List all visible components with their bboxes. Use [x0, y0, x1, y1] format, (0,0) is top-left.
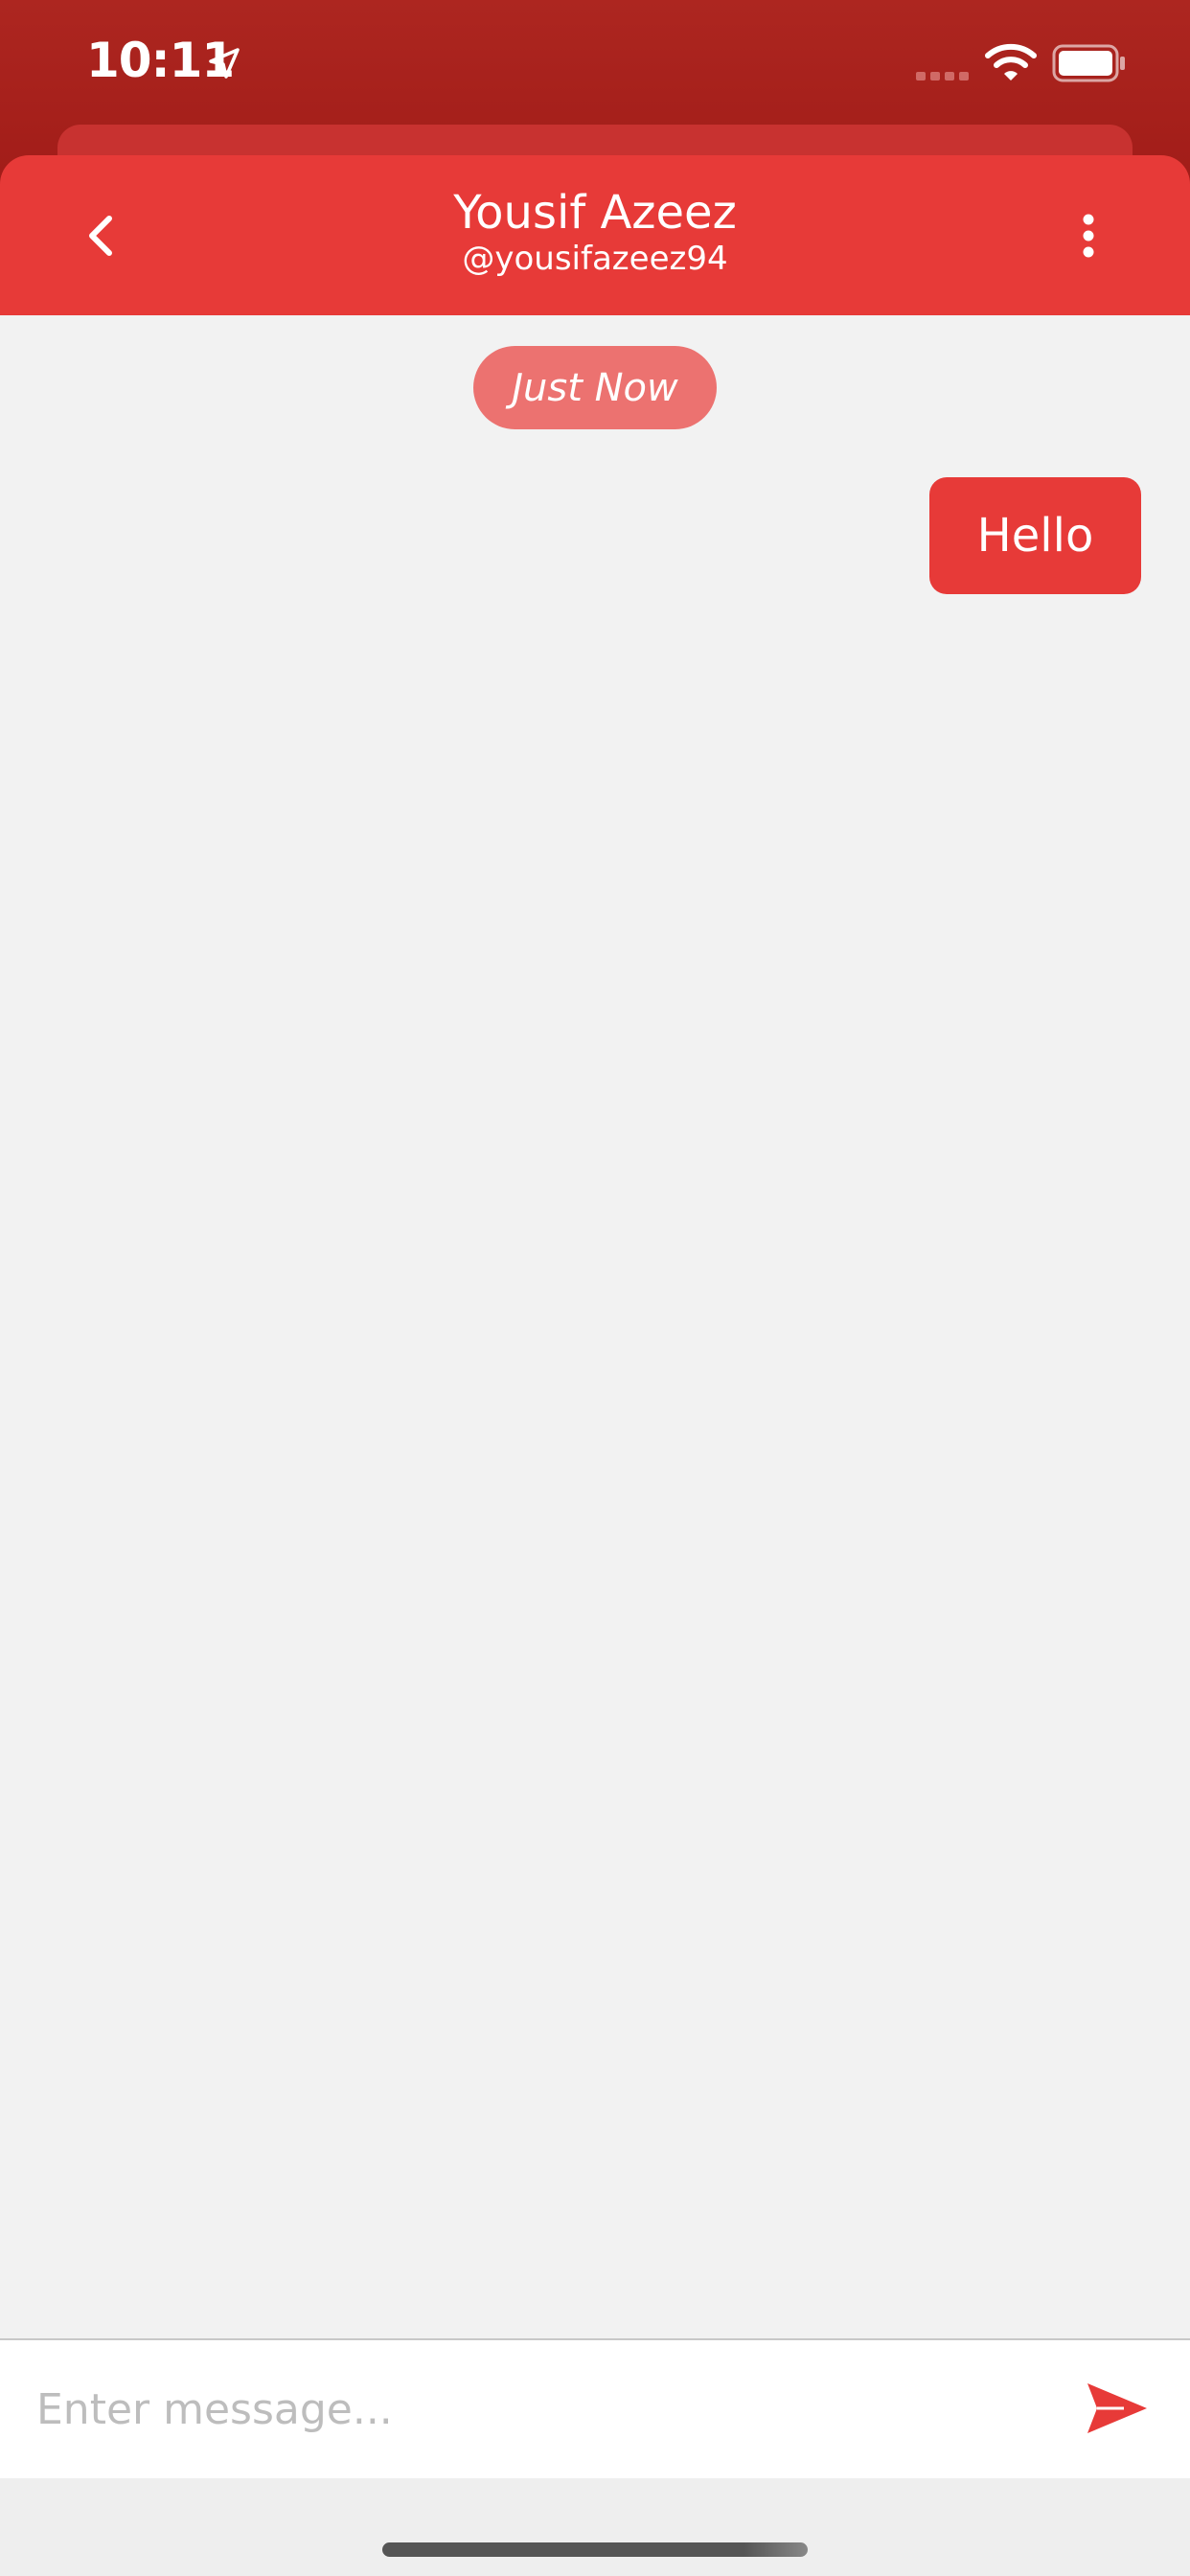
location-arrow-icon [209, 48, 240, 79]
contact-username: @yousifazeez94 [462, 240, 728, 278]
contact-name: Yousif Azeez [453, 186, 737, 240]
message-composer [0, 2338, 1190, 2478]
timestamp-badge: Just Now [473, 346, 717, 429]
chat-header: Yousif Azeez @yousifazeez94 [0, 155, 1190, 315]
home-indicator[interactable] [382, 2542, 808, 2557]
more-options-button[interactable] [1054, 194, 1123, 278]
more-vertical-icon [1083, 214, 1094, 258]
send-button[interactable] [1083, 2377, 1152, 2440]
message-input[interactable] [36, 2359, 1052, 2459]
cellular-signal-icon [916, 72, 969, 80]
wifi-icon [985, 43, 1037, 80]
battery-icon [1052, 44, 1125, 82]
send-icon [1087, 2383, 1147, 2433]
home-area [0, 2478, 1190, 2576]
outgoing-message-bubble[interactable]: Hello [929, 477, 1141, 594]
